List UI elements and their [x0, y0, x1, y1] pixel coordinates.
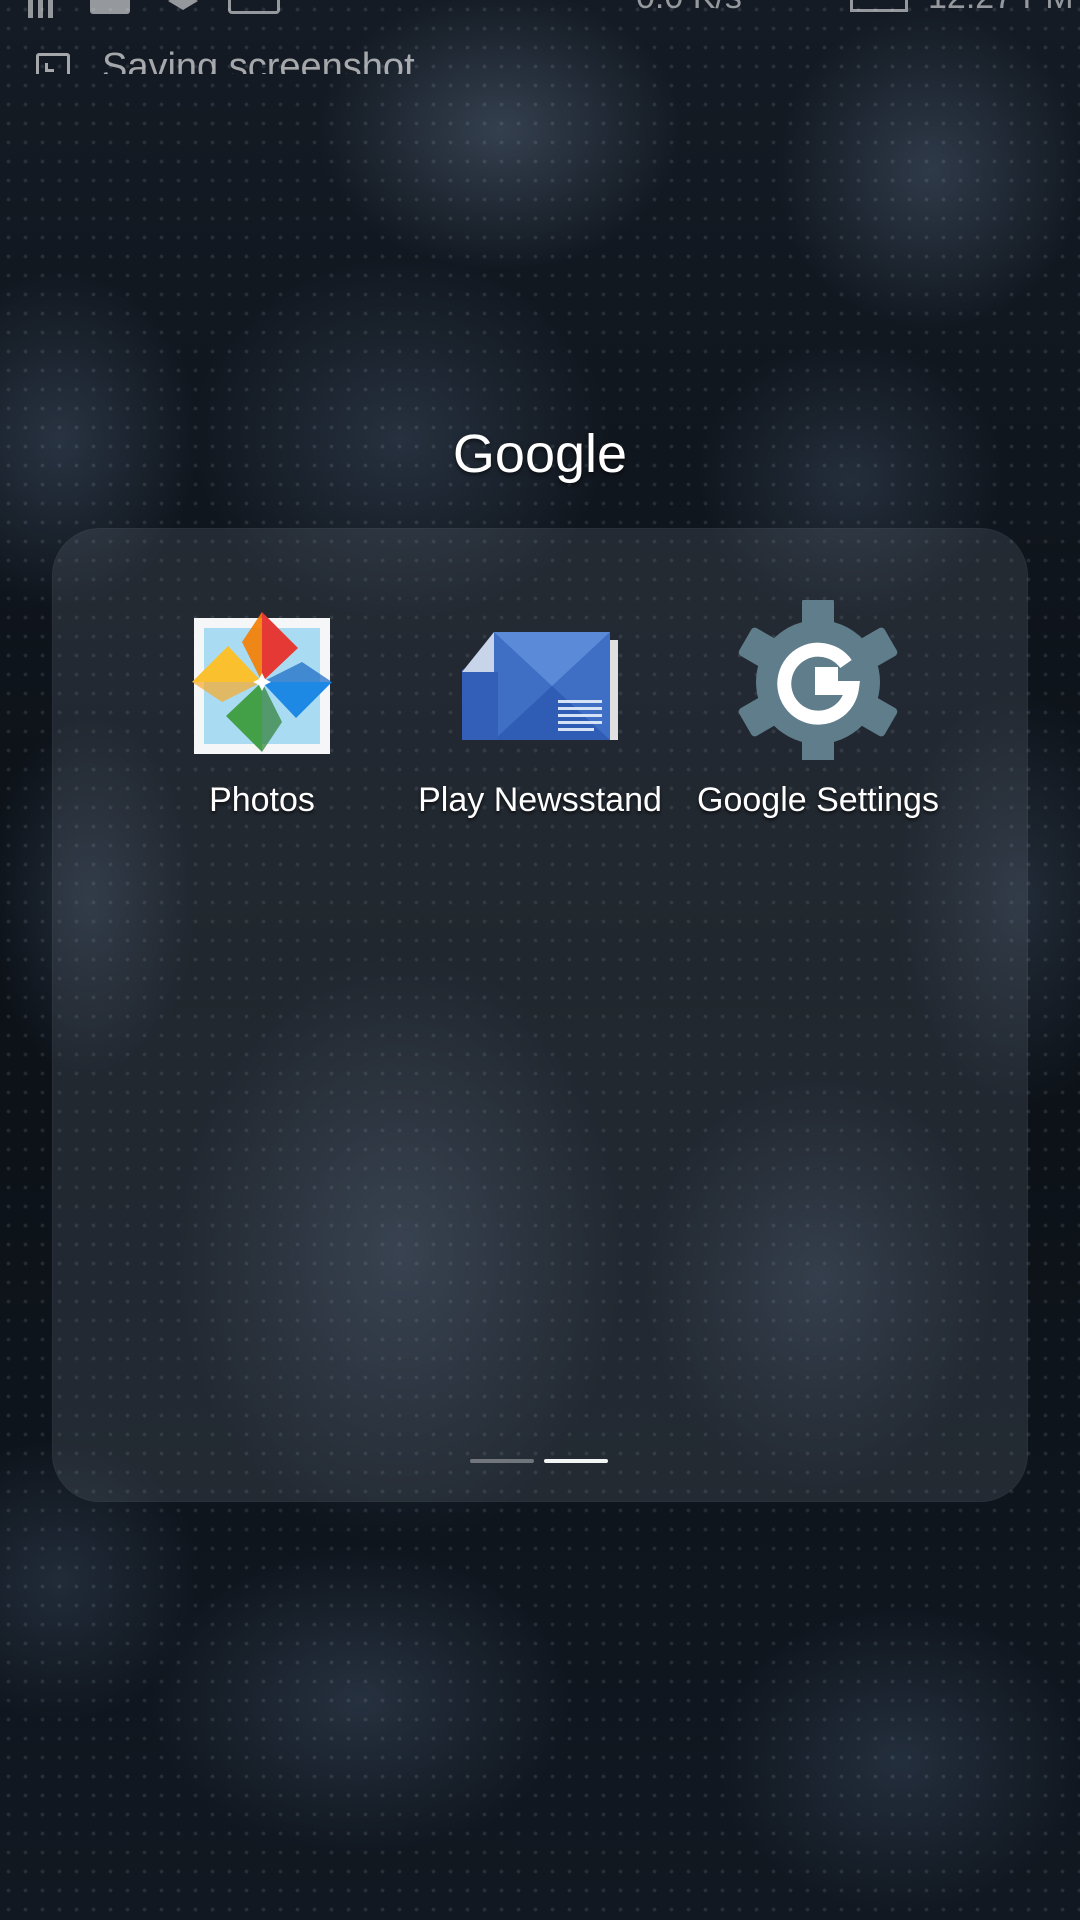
play-newsstand-icon [460, 600, 620, 760]
app-google-settings[interactable]: Google Settings [678, 598, 958, 820]
status-bar: 0.0 K/s 12:27 PM [0, 0, 1080, 24]
gallery-notification-icon [90, 0, 130, 14]
status-clock: 12:27 PM [928, 0, 1074, 17]
folder-title[interactable]: Google [0, 422, 1080, 486]
app-label: Photos [209, 781, 315, 819]
screenshot-notification-icon [228, 0, 280, 14]
notification-ticker: Saving screenshot [0, 38, 1080, 74]
app-label: Google Settings [697, 781, 939, 819]
page-indicator-1[interactable] [470, 1459, 534, 1463]
layers-notification-icon [168, 0, 198, 10]
google-settings-icon [738, 598, 898, 766]
ticker-text: Saving screenshot [102, 46, 415, 74]
google-photos-icon [182, 600, 342, 760]
screenshot-icon [36, 53, 70, 74]
wifi-icon [800, 0, 836, 12]
app-play-newsstand[interactable]: Play Newsstand [400, 600, 680, 820]
signal-icon [28, 0, 53, 18]
battery-icon [850, 0, 908, 12]
app-photos[interactable]: Photos [122, 600, 402, 820]
app-label: Play Newsstand [418, 781, 662, 819]
page-indicator-2-active[interactable] [544, 1459, 608, 1463]
network-speed: 0.0 K/s [636, 0, 742, 17]
